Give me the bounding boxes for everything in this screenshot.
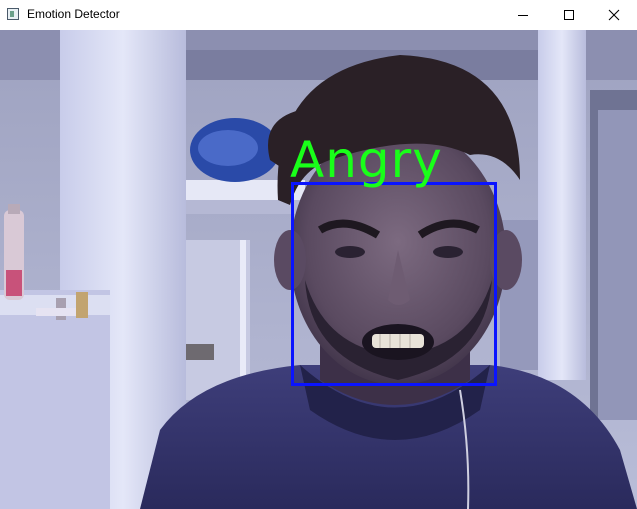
app-window: Emotion Detector Angry <box>0 0 637 509</box>
minimize-button[interactable] <box>500 0 546 30</box>
face-detection-box <box>291 182 497 386</box>
minimize-icon <box>518 15 528 16</box>
emotion-label: Angry <box>290 131 443 189</box>
webcam-frame: Angry <box>0 30 637 509</box>
close-icon <box>608 9 620 21</box>
maximize-button[interactable] <box>546 0 592 30</box>
title-bar[interactable]: Emotion Detector <box>0 0 637 30</box>
close-button[interactable] <box>591 0 637 30</box>
window-title: Emotion Detector <box>27 7 120 21</box>
app-window-icon <box>7 8 19 20</box>
maximize-icon <box>564 10 574 20</box>
